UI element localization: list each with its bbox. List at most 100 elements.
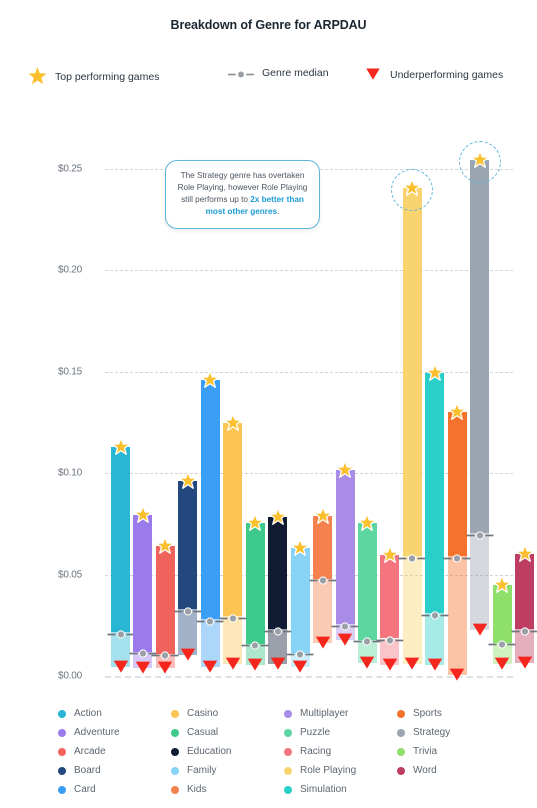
bar-simulation[interactable] [421,363,449,676]
genre-legend-item-strategy[interactable]: Strategy [397,724,510,741]
bar-kids[interactable] [309,506,337,676]
genre-legend-item-kids[interactable]: Kids [171,781,284,798]
median-marker-icon [376,633,404,645]
down-triangle-icon [427,658,442,671]
genre-legend-label: Strategy [413,727,451,738]
median-marker-icon [309,573,337,585]
genre-legend-label: Education [187,746,232,757]
genre-legend-item-education[interactable]: Education [171,743,284,760]
bar-multiplayer[interactable] [331,460,359,676]
bar-role-playing[interactable] [398,178,426,676]
star-icon [425,363,444,382]
bar-casual[interactable] [241,513,269,676]
color-swatch-icon [171,766,179,775]
genre-legend-item-racing[interactable]: Racing [284,743,397,760]
genre-legend-item-multiplayer[interactable]: Multiplayer [284,705,397,722]
median-marker-icon [151,648,179,660]
genre-legend-item-arcade[interactable]: Arcade [58,743,171,760]
star-icon [290,538,310,557]
down-triangle-icon [247,658,263,671]
bar-upper-range [133,514,153,652]
median-marker-icon [264,624,292,636]
genre-legend-item-sports[interactable]: Sports [397,705,510,722]
genre-legend: Action Adventure Arcade Board Card Casino Casu… [58,705,528,800]
median-marker-icon [511,624,537,636]
bar-puzzle[interactable] [353,513,381,676]
star-icon [515,544,534,563]
median-marker-icon [107,627,134,639]
bar-lower-range [402,556,422,664]
genre-legend-item-role-playing[interactable]: Role Playing [284,762,397,779]
genre-legend-item-word[interactable]: Word [397,762,510,779]
down-triangle-icon [382,658,398,671]
genre-legend-label: Casino [187,708,219,719]
color-swatch-icon [284,766,292,775]
genre-legend-label: Casual [187,727,219,738]
genre-legend-label: Simulation [300,784,347,795]
bar-lower-range [313,578,333,643]
color-swatch-icon [58,709,66,718]
median-marker-icon [466,528,494,540]
genre-legend-label: Arcade [74,746,106,757]
genre-legend-item-casino[interactable]: Casino [171,705,284,722]
genre-legend-item-simulation[interactable]: Simulation [284,781,397,798]
color-swatch-icon [58,766,66,775]
genre-legend-item-trivia[interactable]: Trivia [397,743,510,760]
genre-legend-label: Word [413,765,437,776]
bars-layer [0,0,537,700]
color-swatch-icon [171,747,179,756]
down-triangle-icon [517,656,532,669]
color-swatch-icon [58,747,66,756]
bar-racing[interactable] [376,545,404,676]
median-marker-icon [421,608,449,620]
bar-word[interactable] [511,544,537,676]
genre-legend-item-action[interactable]: Action [58,705,171,722]
bar-upper-range [200,379,220,620]
down-triangle-icon [450,668,465,681]
down-triangle-icon [203,660,218,673]
star-icon [358,513,377,532]
bar-upper-range [155,546,175,654]
color-swatch-icon [58,728,66,737]
genre-legend-label: Card [74,784,96,795]
genre-legend-label: Action [74,708,102,719]
down-triangle-icon [292,660,308,673]
bar-casino[interactable] [219,412,247,677]
bar-strategy[interactable] [466,150,494,676]
genre-legend-item-adventure[interactable]: Adventure [58,724,171,741]
median-marker-icon [219,611,247,623]
bar-upper-range [515,554,535,630]
genre-legend-item-puzzle[interactable]: Puzzle [284,724,397,741]
bar-board[interactable] [174,471,202,676]
bar-trivia[interactable] [488,575,516,676]
genre-legend-item-casual[interactable]: Casual [171,724,284,741]
bar-family[interactable] [286,538,314,676]
color-swatch-icon [171,709,179,718]
down-triangle-icon [135,661,151,674]
down-triangle-icon [472,623,487,637]
bar-upper-range [335,470,355,625]
bar-adventure[interactable] [129,505,157,676]
star-icon [223,412,242,432]
star-icon [380,545,400,564]
bar-arcade[interactable] [151,536,179,676]
star-icon [448,402,467,421]
chart-page: Breakdown of Genre for ARPDAU Top perfor… [0,0,537,808]
bar-card[interactable] [196,370,224,676]
bar-sports[interactable] [443,402,471,681]
genre-legend-label: Puzzle [300,727,331,738]
genre-legend-item-board[interactable]: Board [58,762,171,779]
down-triangle-icon [494,657,510,670]
bar-action[interactable] [107,437,134,676]
bar-upper-range [425,372,445,614]
down-triangle-icon [270,657,285,670]
bar-upper-range [357,522,377,640]
color-swatch-icon [58,785,66,794]
genre-legend-item-card[interactable]: Card [58,781,171,798]
genre-legend-item-family[interactable]: Family [171,762,284,779]
star-icon [245,513,265,532]
genre-legend-column: Multiplayer Puzzle Racing Role Playing Simul… [284,705,397,800]
color-swatch-icon [397,709,405,718]
bar-education[interactable] [264,507,292,676]
color-swatch-icon [171,785,179,794]
